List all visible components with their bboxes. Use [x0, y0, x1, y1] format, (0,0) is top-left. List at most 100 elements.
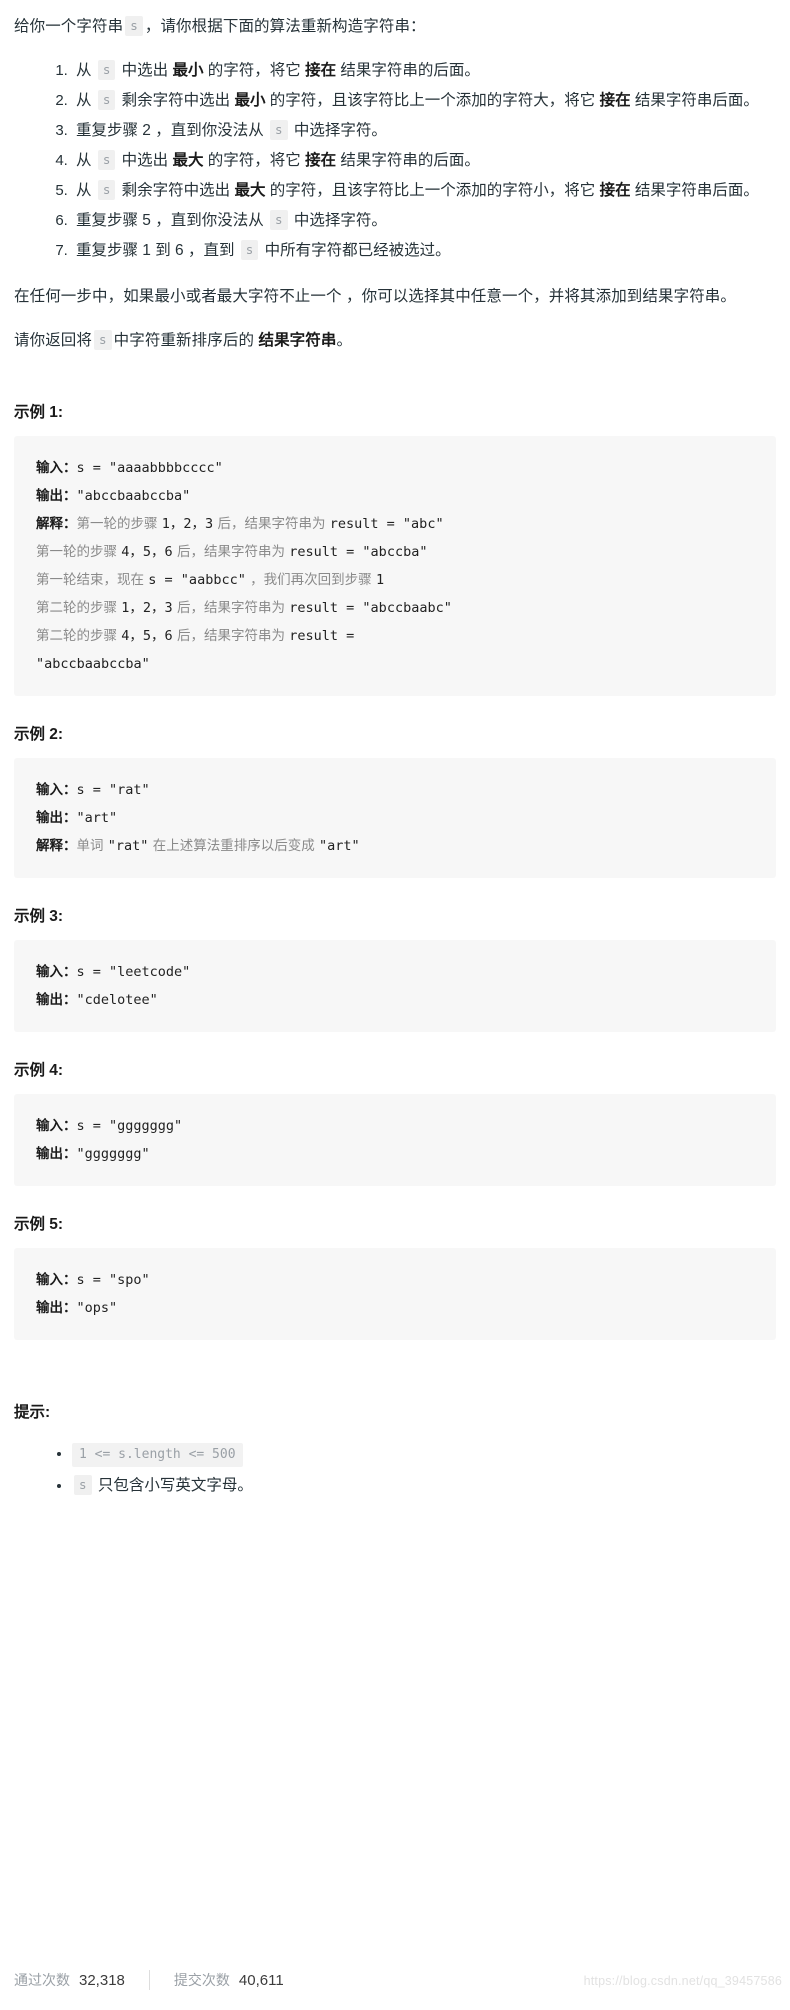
example-explanation-text: 第一轮的步骤	[76, 516, 162, 532]
text-run: 中选出	[117, 152, 173, 169]
example-code-text: "ggggggg"	[76, 1146, 150, 1162]
submissions-value: 40,611	[238, 1972, 284, 1989]
example-explanation-text: 第一轮的步骤	[36, 544, 122, 560]
example-explanation-text: 后，结果字符串为	[172, 628, 290, 644]
example-line: 输出："ops"	[36, 1300, 117, 1316]
text-run: 剩余字符中选出	[117, 182, 235, 199]
example-block-1: 输入：s = "aaaabbbbcccc" 输出："abccbaabccba" …	[14, 436, 776, 696]
example-line: 第一轮结束，现在 s = "aabbcc" ，我们再次回到步骤 1	[36, 572, 384, 588]
example-code-text: "abccbaabccba"	[76, 488, 191, 504]
variable-chip-s: s	[240, 240, 259, 260]
problem-description-page: 给你一个字符串s，请你根据下面的算法重新构造字符串： 从 s 中选出 最小 的字…	[0, 0, 790, 2010]
example-line-label: 输出：	[36, 1146, 77, 1162]
example-code-text: result =	[289, 628, 363, 644]
example-code-text: s = "aabbcc"	[148, 572, 246, 588]
algorithm-steps-list: 从 s 中选出 最小 的字符，将它 接在 结果字符串的后面。从 s 剩余字符中选…	[14, 56, 776, 266]
emphasis-text: 最大	[234, 182, 266, 199]
emphasis-text: 接在	[305, 62, 337, 79]
example-code-text: s = "spo"	[76, 1272, 150, 1288]
example-line-label: 输入：	[36, 782, 77, 798]
example-heading-5: 示例 5:	[14, 1216, 64, 1233]
emphasis-text: 接在	[305, 152, 337, 169]
example-heading-3: 示例 3:	[14, 908, 64, 925]
example-code-text: 1	[375, 572, 385, 588]
example-heading-2: 示例 2:	[14, 726, 64, 743]
example-explanation-text: 第二轮的步骤	[36, 628, 122, 644]
example-line-label: 输入：	[36, 1118, 77, 1134]
example-code-text: 1，2，3	[121, 600, 173, 616]
text-run: 中选择字符。	[289, 212, 387, 229]
example-line-label: 输入：	[36, 1272, 77, 1288]
algorithm-step-7: 重复步骤 1 到 6 ，直到 s 中所有字符都已经被选过。	[72, 236, 776, 266]
intro-prefix: 给你一个字符串	[14, 18, 124, 35]
return-paragraph: 请你返回将 s 中字符重新排序后的 结果字符串。	[14, 326, 776, 356]
variable-chip-s: s	[97, 60, 116, 80]
text-run: 结果字符串后面。	[630, 92, 759, 109]
example-code-text: result = "abccbaabc"	[289, 600, 452, 616]
example-line: 输出："ggggggg"	[36, 1146, 150, 1162]
example-line: 输入：s = "leetcode"	[36, 964, 190, 980]
example-line: 输入：s = "spo"	[36, 1272, 150, 1288]
algorithm-step-6: 重复步骤 5 ，直到你没法从 s 中选择字符。	[72, 206, 776, 236]
example-line: 解释：单词 "rat" 在上述算法重排序以后变成 "art"	[36, 838, 360, 854]
text-run: 重复步骤 5 ，直到你没法从	[76, 212, 269, 229]
text-run: 的字符，且该字符比上一个添加的字符小，将它	[265, 182, 600, 199]
example-code-text: "rat"	[107, 838, 149, 854]
algorithm-step-1: 从 s 中选出 最小 的字符，将它 接在 结果字符串的后面。	[72, 56, 776, 86]
text-run: 结果字符串的后面。	[336, 62, 480, 79]
text-run: 中选出	[117, 62, 173, 79]
text-run: 从	[76, 152, 96, 169]
constraint-chip: 1 <= s.length <= 500	[72, 1443, 243, 1467]
emphasis-text: 最小	[234, 92, 266, 109]
example-code-text: "art"	[319, 838, 360, 854]
example-line: 解释：第一轮的步骤 1，2，3 后，结果字符串为 result = "abc"	[36, 516, 444, 532]
variable-chip-s: s	[270, 210, 288, 230]
example-explanation-text: 第一轮结束，现在	[36, 572, 149, 588]
example-line: 输出："cdelotee"	[36, 992, 158, 1008]
text-run: 从	[76, 92, 96, 109]
example-line-label: 输出：	[36, 1300, 77, 1316]
hint-item-2: s 只包含小写英文字母。	[72, 1470, 776, 1502]
example-block-5: 输入：s = "spo" 输出："ops"	[14, 1248, 776, 1340]
intro-suffix: ，请你根据下面的算法重新构造字符串：	[144, 18, 426, 35]
example-code-text: result = "abc"	[329, 516, 444, 532]
example-line: 输出："art"	[36, 810, 117, 826]
example-line: 第二轮的步骤 4，5，6 后，结果字符串为 result =	[36, 628, 362, 644]
text-run: 结果字符串后面。	[630, 182, 759, 199]
text-run: 的字符，将它	[203, 62, 306, 79]
text-run: 中所有字符都已经被选过。	[260, 242, 451, 259]
variable-chip-s: s	[125, 16, 143, 36]
example-heading-4: 示例 4:	[14, 1062, 64, 1079]
example-code-text: s = "rat"	[76, 782, 150, 798]
variable-chip-s: s	[74, 1475, 92, 1495]
algorithm-step-5: 从 s 剩余字符中选出 最大 的字符，且该字符比上一个添加的字符小，将它 接在 …	[72, 176, 776, 206]
example-code-text: 1，2，3	[161, 516, 214, 532]
submissions-label: 提交次数	[173, 1972, 230, 1988]
example-line: 第一轮的步骤 4，5，6 后，结果字符串为 result = "abccba"	[36, 544, 427, 560]
examples-container: 示例 1: 输入：s = "aaaabbbbcccc" 输出："abccbaabc…	[14, 400, 776, 1340]
example-code-text: "cdelotee"	[76, 992, 158, 1008]
variable-chip-s: s	[97, 180, 116, 200]
example-code-text: "abccbaabccba"	[36, 656, 150, 672]
example-block-3: 输入：s = "leetcode" 输出："cdelotee"	[14, 940, 776, 1032]
note-paragraph: 在任何一步中，如果最小或者最大字符不止一个 ，你可以选择其中任意一个，并将其添加…	[14, 288, 737, 305]
stats-divider	[148, 1970, 150, 1990]
submissions-stat: 提交次数 40,611	[174, 1970, 284, 1990]
source-watermark: https://blog.csdn.net/qq_39457586	[583, 1974, 782, 1988]
algorithm-step-2: 从 s 剩余字符中选出 最小 的字符，且该字符比上一个添加的字符大，将它 接在 …	[72, 86, 776, 116]
example-line: 第二轮的步骤 1，2，3 后，结果字符串为 result = "abccbaab…	[36, 600, 452, 616]
hints-list: 1 <= s.length <= 500 s 只包含小写英文字母。	[14, 1438, 776, 1502]
example-line: 输入：s = "ggggggg"	[36, 1118, 182, 1134]
example-line: 输入：s = "aaaabbbbcccc"	[36, 460, 223, 476]
variable-chip-s: s	[94, 330, 112, 350]
example-code-text: result = "abccba"	[289, 544, 428, 560]
algorithm-step-3: 重复步骤 2 ，直到你没法从 s 中选择字符。	[72, 116, 776, 146]
text-run: 从	[76, 182, 96, 199]
example-line-label: 解释：	[36, 838, 77, 854]
variable-chip-s: s	[97, 90, 116, 110]
return-bold: 结果字符串	[258, 332, 337, 349]
example-block-4: 输入：s = "ggggggg" 输出："ggggggg"	[14, 1094, 776, 1186]
example-block-2: 输入：s = "rat" 输出："art" 解释：单词 "rat" 在上述算法重…	[14, 758, 776, 878]
example-explanation-text: 单词	[76, 838, 108, 854]
return-suffix: 。	[336, 332, 353, 349]
